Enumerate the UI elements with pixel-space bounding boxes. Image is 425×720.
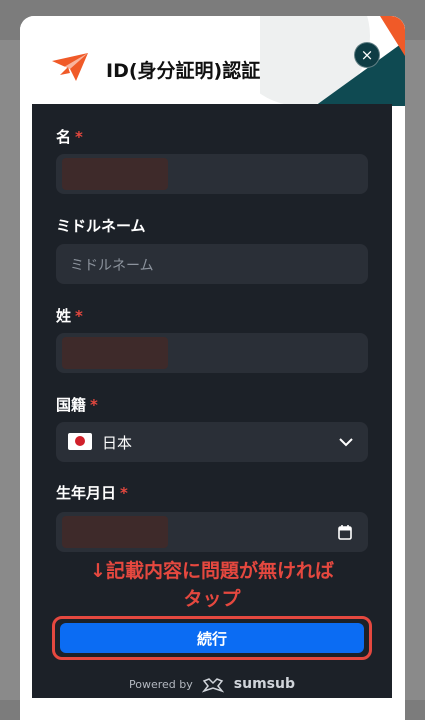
modal-header: ID(身分証明)認証 ×: [20, 16, 405, 106]
middle-name-placeholder: ミドルネーム: [70, 258, 154, 274]
required-mark: *: [120, 484, 128, 502]
calendar-icon[interactable]: [338, 524, 352, 540]
close-icon: ×: [360, 46, 374, 64]
first-name-label: 名 *: [56, 126, 83, 147]
japan-flag-icon: [68, 433, 92, 450]
annotation-line-1: ↓記載内容に問題が無ければ: [90, 560, 334, 582]
brand-arrow-icon: [52, 53, 88, 81]
powered-by-text: Powered by: [129, 678, 193, 691]
redacted-value: [62, 158, 168, 190]
verification-modal: ID(身分証明)認証 × 名* ミドルネーム ミドルネーム 姓* 国籍*: [20, 16, 405, 720]
nationality-value: 日本: [102, 434, 133, 452]
last-name-label: 姓 *: [56, 305, 83, 326]
last-name-label-text: 姓: [56, 307, 72, 325]
chevron-down-icon: [339, 438, 353, 447]
middle-name-input[interactable]: ミドルネーム: [56, 244, 368, 284]
first-name-label-text: 名: [56, 128, 72, 146]
birth-date-label-text: 生年月日: [56, 484, 117, 502]
birth-date-label: 生年月日 *: [56, 482, 128, 503]
first-name-input[interactable]: [56, 154, 368, 194]
close-button[interactable]: ×: [354, 42, 380, 68]
sumsub-brand: sumsub: [233, 676, 295, 692]
modal-title: ID(身分証明)認証: [106, 60, 261, 82]
nationality-select[interactable]: 日本: [56, 422, 368, 462]
form-panel: 名 * ミドルネーム ミドルネーム 姓 * 国籍 * 日本 生年月日 * ↓記載…: [32, 104, 392, 698]
annotation-line-2: タップ: [183, 588, 241, 610]
redacted-value: [62, 516, 168, 548]
last-name-input[interactable]: [56, 333, 368, 373]
required-mark: *: [75, 307, 83, 325]
required-mark: *: [90, 396, 98, 414]
middle-name-label: ミドルネーム: [56, 217, 146, 235]
sumsub-icon: [202, 678, 225, 693]
powered-by-footer: Powered by sumsub: [32, 676, 392, 693]
required-mark: *: [75, 128, 83, 146]
header-decoration: [260, 16, 405, 106]
birth-date-input[interactable]: [56, 512, 368, 552]
nationality-label-text: 国籍: [56, 396, 87, 414]
nationality-label: 国籍 *: [56, 394, 98, 415]
redacted-value: [62, 337, 168, 369]
continue-button[interactable]: 続行: [60, 623, 364, 653]
